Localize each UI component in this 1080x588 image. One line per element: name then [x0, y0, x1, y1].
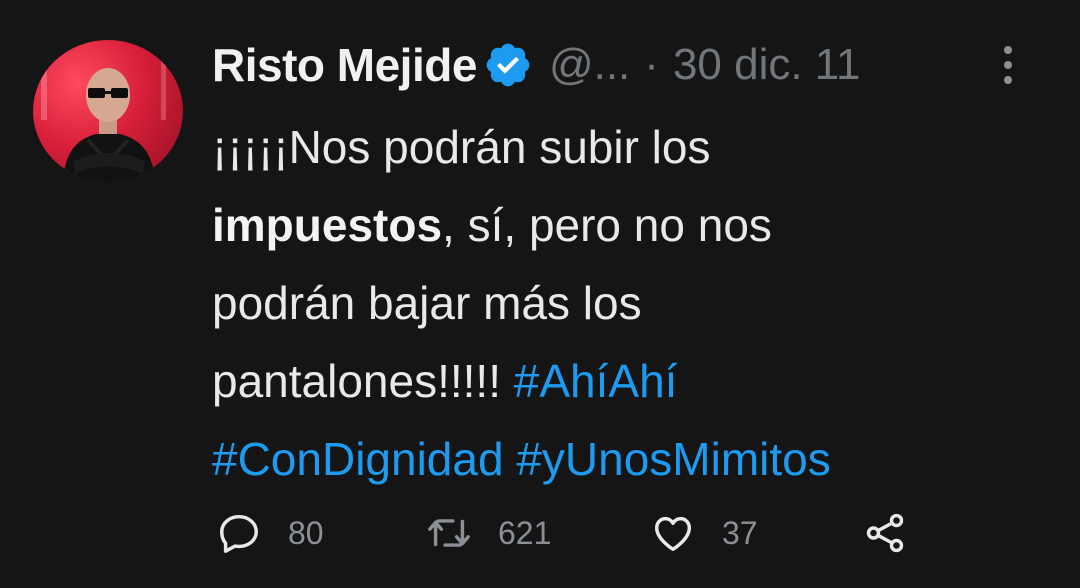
- separator-dot: ·: [644, 40, 659, 89]
- avatar[interactable]: [33, 40, 183, 182]
- tweet-line-1: ¡¡¡¡¡Nos podrán subir los: [212, 121, 711, 173]
- bold-word: impuestos: [212, 199, 443, 251]
- tweet-line-3: podrán bajar más los: [212, 277, 642, 329]
- reply-button[interactable]: 80: [216, 505, 324, 561]
- tweet-date[interactable]: 30 dic. 11: [673, 40, 861, 90]
- tweet-line-4-text: pantalones!!!!!: [212, 355, 514, 407]
- tweet-text: ¡¡¡¡¡Nos podrán subir los impuestos, sí,…: [212, 108, 1052, 498]
- tweet-card[interactable]: Risto Mejide @... · 30 dic. 11 ¡¡¡¡¡Nos …: [0, 0, 1080, 588]
- verified-badge-icon: [483, 40, 533, 90]
- tweet-line-4: pantalones!!!!! #AhíAhí: [212, 342, 1052, 420]
- author-handle[interactable]: @...: [549, 40, 630, 90]
- like-count: 37: [722, 514, 758, 551]
- retweet-count: 621: [498, 514, 552, 551]
- avatar-photo: [41, 50, 166, 182]
- hashtag-link[interactable]: #ConDignidad: [212, 433, 504, 485]
- more-options-icon[interactable]: [996, 42, 1020, 88]
- reply-icon: [216, 510, 262, 556]
- tweet-line-5: #ConDignidad #yUnosMimitos: [212, 420, 1052, 498]
- retweet-icon: [426, 510, 472, 556]
- share-icon: [862, 510, 908, 556]
- tweet-line-2: impuestos, sí, pero no nos: [212, 186, 1052, 264]
- hashtag-link[interactable]: #AhíAhí: [514, 355, 678, 407]
- share-button[interactable]: [862, 505, 934, 561]
- reply-count: 80: [288, 514, 324, 551]
- retweet-button[interactable]: 621: [426, 505, 551, 561]
- tweet-line-2-rest: , sí, pero no nos: [442, 199, 772, 251]
- action-bar: 80 621 37: [212, 505, 972, 561]
- tweet-header: Risto Mejide @... · 30 dic. 11: [212, 30, 1052, 100]
- hashtag-link[interactable]: #yUnosMimitos: [516, 433, 830, 485]
- like-icon: [650, 510, 696, 556]
- like-button[interactable]: 37: [650, 505, 758, 561]
- author-name[interactable]: Risto Mejide: [212, 38, 477, 92]
